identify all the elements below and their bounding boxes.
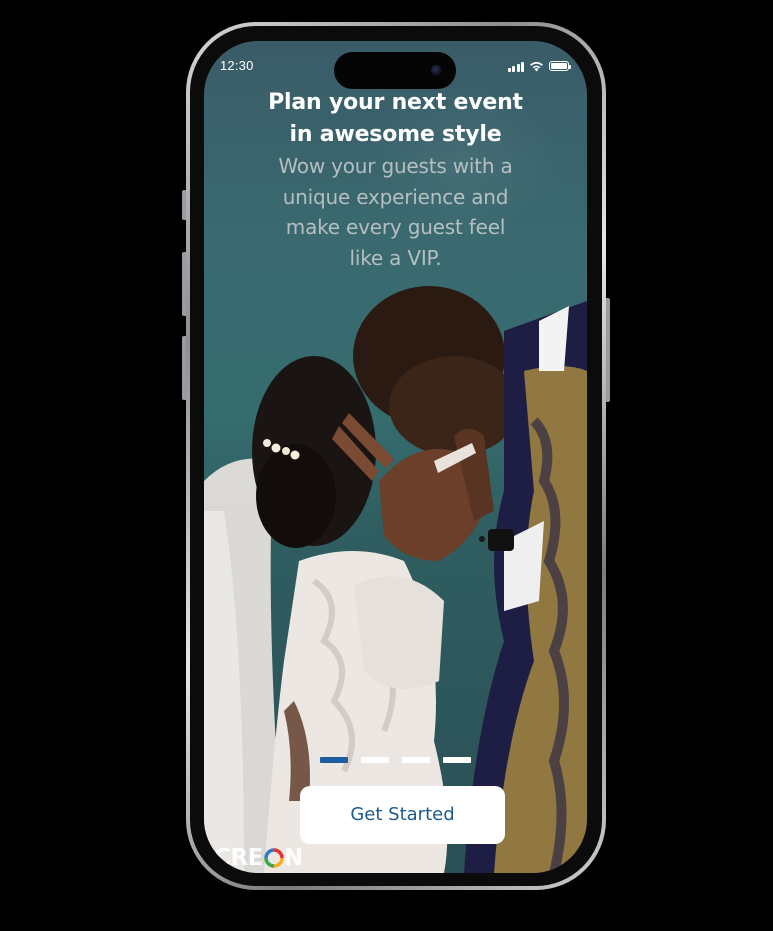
onboarding-screen: 12:30 Plan your next event in awesome st…: [204, 41, 587, 873]
logo-text-prefix: CRE: [214, 845, 263, 871]
status-time: 12:30: [220, 58, 254, 73]
battery-icon: [549, 61, 571, 71]
wifi-icon: [530, 61, 543, 71]
page-dot-3[interactable]: [402, 757, 430, 763]
logo-ring-icon: [264, 848, 284, 868]
page-dot-2[interactable]: [361, 757, 389, 763]
front-camera-icon: [431, 65, 442, 76]
description-line-4: like a VIP.: [349, 245, 442, 270]
title-line-1: Plan your next event: [268, 90, 523, 115]
dynamic-island: [334, 52, 456, 89]
cellular-signal-icon: [507, 61, 524, 72]
page-dot-4[interactable]: [443, 757, 471, 763]
onboarding-title: Plan your next event in awesome style: [204, 87, 587, 151]
onboarding-description: Wow your guests with a unique experience…: [244, 151, 547, 273]
status-icons: [507, 60, 571, 72]
get-started-button[interactable]: Get Started: [300, 786, 505, 844]
description-line-2: unique experience and: [282, 184, 509, 209]
title-line-2: in awesome style: [289, 122, 502, 147]
description-line-1: Wow your guests with a: [278, 154, 513, 178]
page-dot-1[interactable]: [320, 757, 348, 763]
description-line-3: make every guest feel: [285, 215, 506, 239]
logo-text-suffix: N: [283, 845, 303, 871]
creion-logo: CRE N: [214, 843, 303, 873]
page-indicator: [320, 757, 471, 763]
